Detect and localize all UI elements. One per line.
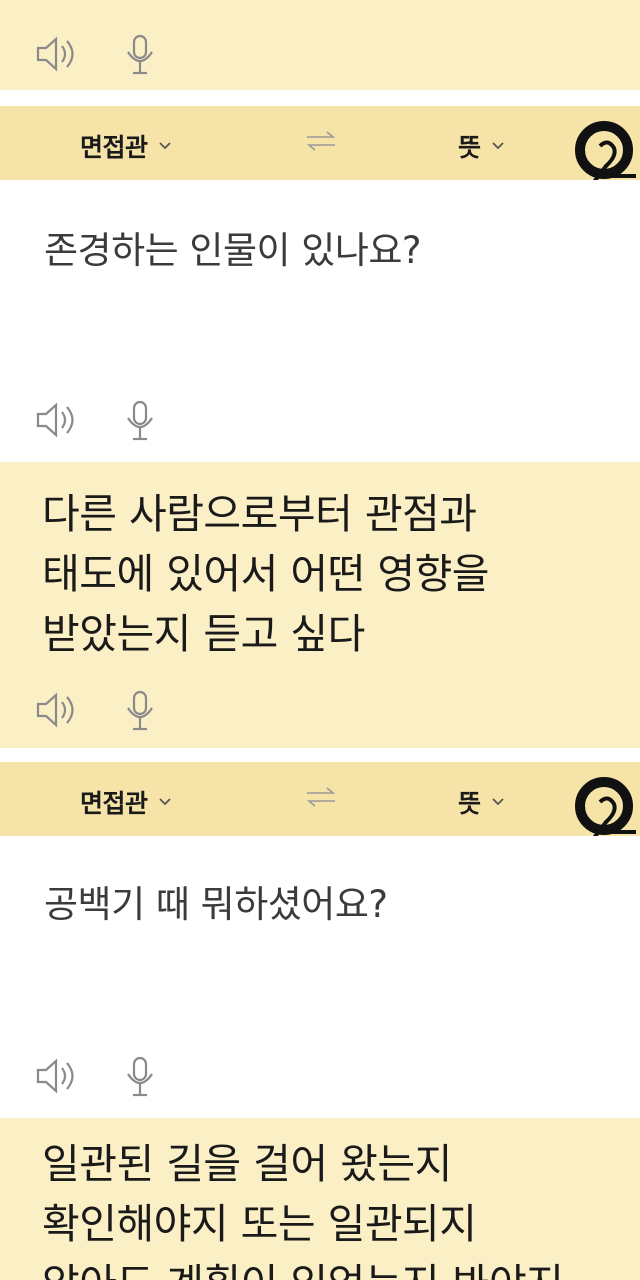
target-language-selector[interactable]: 뜻 — [458, 128, 505, 164]
panel-header: 면접관 뜻 — [0, 106, 640, 184]
target-text-line: 확인해야지 또는 일관되지 — [42, 1200, 477, 1248]
source-text: 존경하는 인물이 있나요? — [44, 229, 422, 272]
microphone-icon[interactable] — [118, 32, 164, 76]
target-text-line: 태도에 있어서 어떤 영향을 — [42, 550, 490, 598]
source-text-area[interactable]: 공백기 때 뭐하셨어요? — [0, 836, 640, 1118]
target-language-label: 뜻 — [458, 789, 481, 818]
chevron-down-icon — [491, 798, 504, 806]
source-text: 공백기 때 뭐하셨어요? — [44, 883, 388, 926]
source-language-label: 면접관 — [80, 789, 148, 818]
speaker-icon[interactable] — [34, 688, 80, 732]
source-language-selector[interactable]: 면접관 — [80, 128, 172, 164]
chevron-down-icon — [158, 798, 171, 806]
target-text-area: 다른 사람으로부터 관점과 태도에 있어서 어떤 영향을 받았는지 듣고 싶다 — [0, 462, 640, 748]
swap-arrows-icon[interactable] — [303, 126, 339, 156]
target-language-label: 뜻 — [458, 133, 481, 162]
target-text-line: 받았는지 듣고 싶다 — [42, 610, 365, 658]
microphone-icon[interactable] — [118, 688, 164, 732]
speaker-icon[interactable] — [34, 32, 80, 76]
chevron-down-icon — [491, 142, 504, 150]
source-language-label: 면접관 — [80, 133, 148, 162]
target-text-area: 일관된 길을 걸어 왔는지 확인해야지 또는 일관되지 않아도 계획이 있었는지… — [0, 1118, 640, 1280]
swap-arrows-icon[interactable] — [303, 782, 339, 812]
source-text-area[interactable]: 존경하는 인물이 있나요? — [0, 180, 640, 460]
microphone-icon[interactable] — [118, 1054, 164, 1098]
target-text-line: 않아도 계획이 있었는지 봐야지 — [42, 1254, 564, 1280]
speaker-icon[interactable] — [34, 398, 80, 442]
target-text-line: 다른 사람으로부터 관점과 — [42, 490, 477, 538]
target-language-selector[interactable]: 뜻 — [458, 784, 505, 820]
panel-header: 면접관 뜻 — [0, 762, 640, 840]
chevron-down-icon — [158, 142, 171, 150]
target-text-line: 일관된 길을 걸어 왔는지 — [42, 1140, 452, 1188]
speaker-icon[interactable] — [34, 1054, 80, 1098]
prev-target-panel — [0, 0, 640, 90]
source-language-selector[interactable]: 면접관 — [80, 784, 172, 820]
microphone-icon[interactable] — [118, 398, 164, 442]
